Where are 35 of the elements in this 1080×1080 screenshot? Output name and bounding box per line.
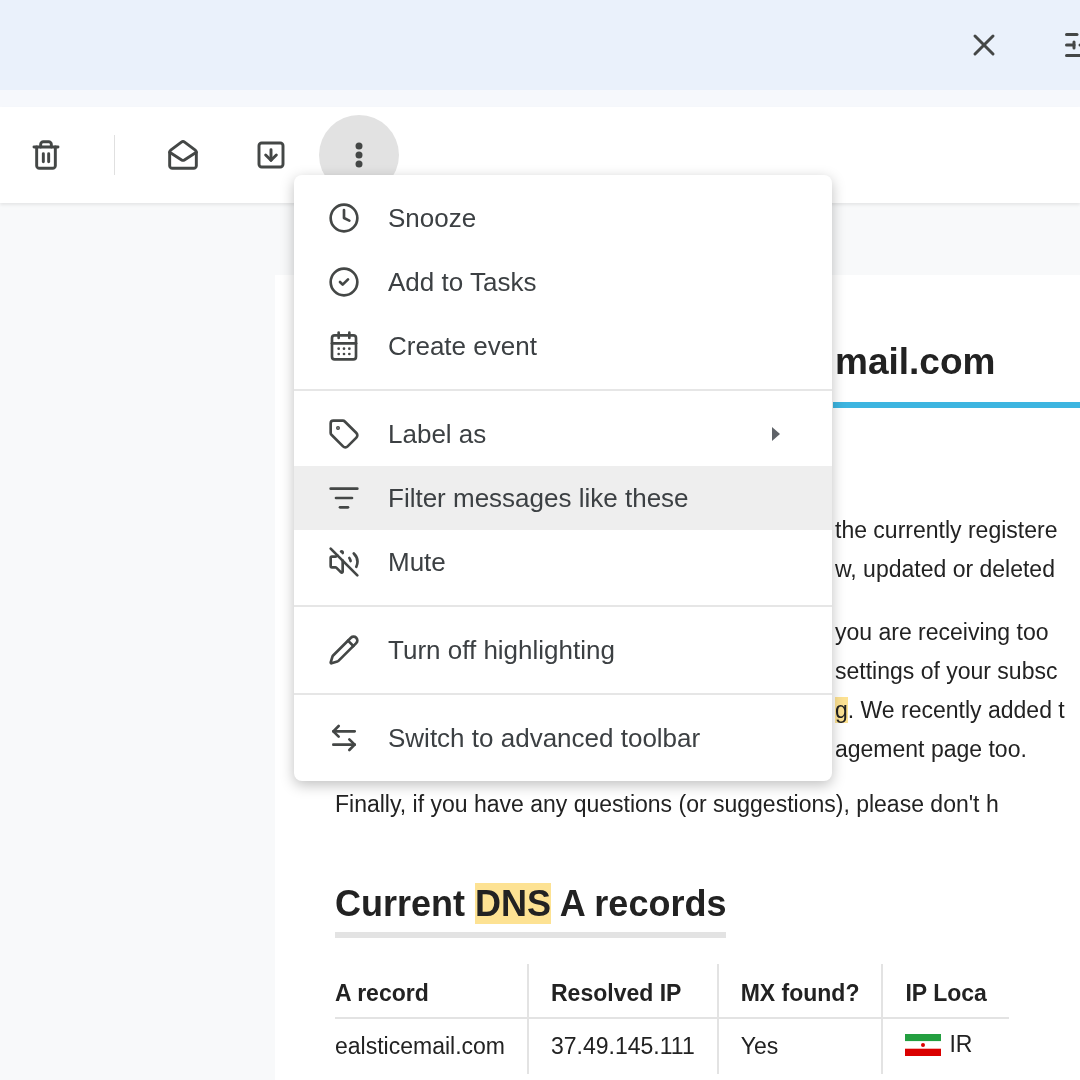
calendar-icon: [328, 330, 360, 362]
menu-item[interactable]: Filter messages like these: [294, 466, 832, 530]
table-cell: ealsticemail.com: [335, 1018, 528, 1074]
clock-icon: [328, 202, 360, 234]
section-heading: Current DNS A records: [335, 882, 727, 938]
table-cell: 37.49.145.111: [528, 1018, 718, 1074]
pencil-icon: [328, 634, 360, 666]
inbox-download-icon: [255, 139, 287, 171]
task-check-icon: [328, 266, 360, 298]
column-header: A record: [335, 964, 528, 1018]
closing-paragraph: Finally, if you have any questions (or suggestions), please don't h: [335, 790, 1000, 819]
paragraph-line: agement page too.: [835, 735, 1028, 764]
paragraph-line: the currently registere: [835, 516, 1059, 545]
paragraph-line: you are receiving too: [835, 618, 1050, 647]
menu-item[interactable]: Add to Tasks: [294, 250, 832, 314]
menu-item[interactable]: Label as: [294, 402, 832, 466]
mute-icon: [328, 546, 360, 578]
email-title: mail.com: [835, 340, 997, 384]
mail-icon: [167, 139, 199, 171]
column-header: Resolved IP: [528, 964, 718, 1018]
trash-icon: [30, 139, 62, 171]
table-cell: IR: [949, 1031, 973, 1058]
menu-item[interactable]: Switch to advanced toolbar: [294, 706, 832, 770]
column-header: MX found?: [717, 964, 883, 1018]
paragraph-line: g. We recently added t: [835, 696, 1066, 725]
menu-item[interactable]: Turn off highlighting: [294, 618, 832, 682]
paragraph-line: settings of your subsc: [835, 657, 1059, 686]
label-icon: [328, 418, 360, 450]
more-icon: [355, 142, 363, 168]
column-header: IP Loca: [882, 964, 1009, 1018]
menu-item[interactable]: Mute: [294, 530, 832, 594]
menu-item[interactable]: Snooze: [294, 186, 832, 250]
menu-item[interactable]: Create event: [294, 314, 832, 378]
paragraph-line: w, updated or deleted: [835, 555, 1056, 584]
table-cell: Yes: [717, 1018, 883, 1074]
